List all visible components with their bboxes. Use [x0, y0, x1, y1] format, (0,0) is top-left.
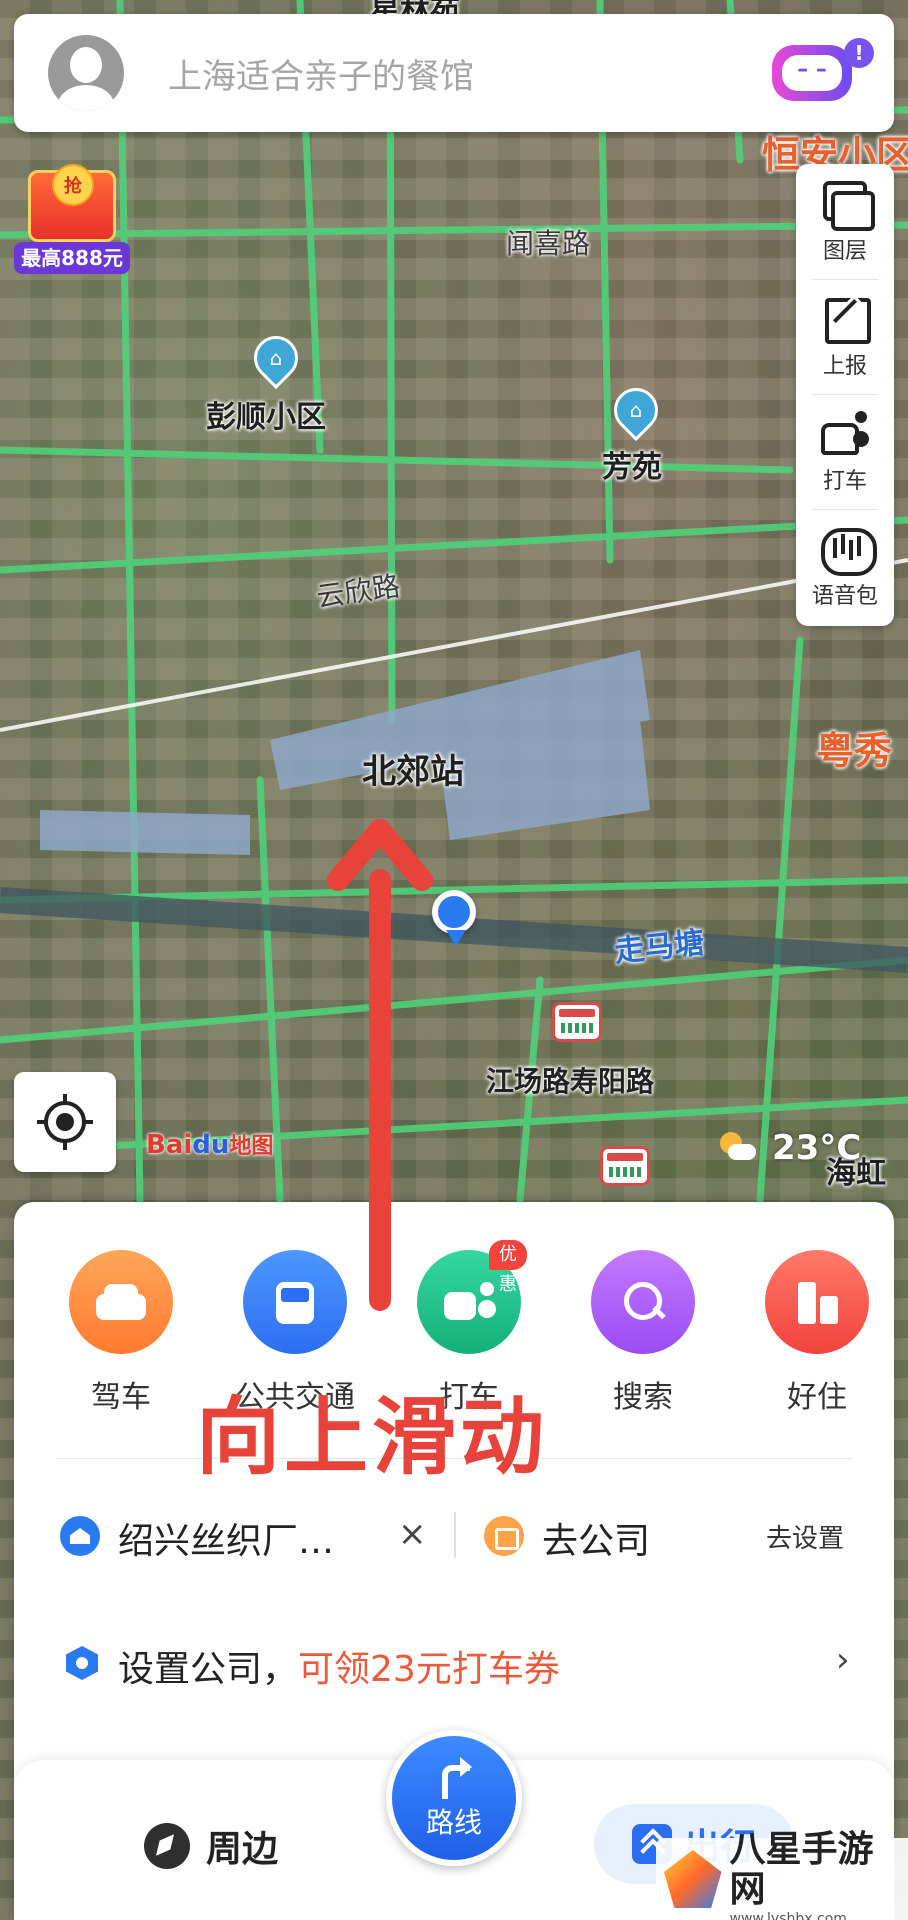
site-watermark: 八星手游网 www.lyshbx.com: [656, 1830, 908, 1920]
watermark-url: www.lyshbx.com: [729, 1911, 847, 1920]
swipe-up-arrow-icon: [327, 819, 433, 1311]
site-logo-icon: [664, 1850, 722, 1908]
watermark-name: 八星手游网: [729, 1829, 874, 1910]
watermark-text: 八星手游网 www.lyshbx.com: [730, 1830, 908, 1920]
swipe-up-instruction: 向上滑动: [196, 1388, 549, 1486]
